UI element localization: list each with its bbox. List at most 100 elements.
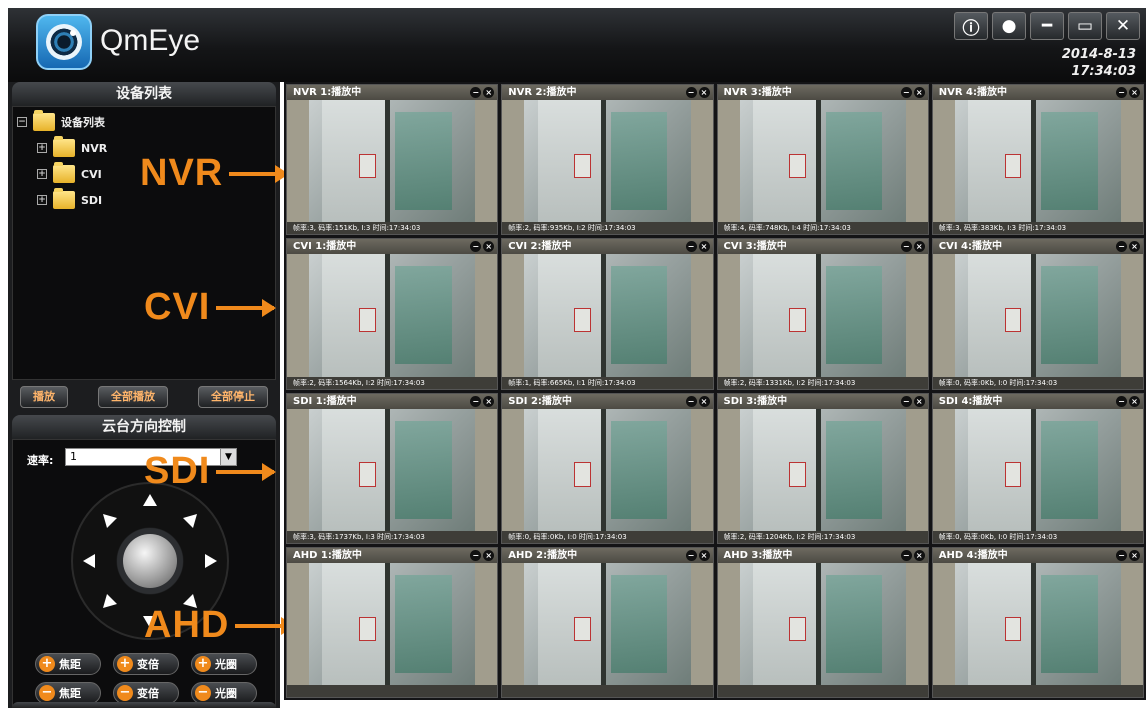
video-cell[interactable]: AHD 3:播放中 − × — [716, 546, 929, 698]
video-cell[interactable]: AHD 1:播放中 − × — [286, 546, 499, 698]
tree-root[interactable]: − 设备列表 — [17, 110, 105, 131]
joystick-knob[interactable] — [123, 534, 177, 588]
focus-minus-button[interactable]: − 焦距 — [35, 682, 101, 704]
close-icon[interactable]: × — [1129, 549, 1140, 561]
play-button[interactable]: 播放 — [20, 386, 68, 408]
video-cell[interactable]: AHD 2:播放中 − × — [501, 546, 714, 698]
user-button[interactable]: ● — [992, 12, 1026, 40]
video-cell[interactable]: AHD 4:播放中 − × — [931, 546, 1144, 698]
minimize-button[interactable]: ━ — [1030, 12, 1064, 40]
close-icon[interactable]: × — [913, 549, 925, 561]
video-cell[interactable]: SDI 4:播放中 − × 帧率:0, 码率:0Kb, I:0 时间:17:34:03 — [931, 392, 1144, 544]
minimize-icon[interactable]: − — [900, 549, 912, 561]
video-feed — [739, 408, 906, 531]
video-cell-status — [932, 685, 1143, 697]
video-cell-title: CVI 1:播放中 − × — [287, 239, 498, 255]
video-cell-status: 帧率:3, 码率:1737Kb, I:3 时间:17:34:03 — [287, 530, 498, 543]
close-icon[interactable]: × — [698, 87, 710, 98]
close-icon[interactable]: × — [698, 549, 710, 561]
iris-plus-button[interactable]: + 光圈 — [191, 653, 257, 675]
collapsed-panel-tab[interactable] — [12, 702, 276, 708]
zoom-minus-button[interactable]: − 变倍 — [113, 682, 179, 704]
collapse-icon[interactable]: − — [17, 117, 27, 127]
restore-button[interactable]: ▭ — [1068, 12, 1102, 40]
minimize-icon[interactable]: − — [900, 87, 912, 98]
close-icon[interactable]: × — [483, 395, 495, 407]
close-icon[interactable]: × — [913, 395, 925, 407]
expand-icon[interactable]: + — [37, 143, 47, 153]
close-icon[interactable]: × — [1129, 395, 1140, 407]
close-icon[interactable]: × — [483, 549, 495, 561]
video-cell-title: CVI 4:播放中 − × — [932, 239, 1143, 255]
video-grid: NVR 1:播放中 − × 帧率:3, 码率:151Kb, I:3 时间:17:34:… — [284, 82, 1146, 700]
close-icon[interactable]: × — [913, 241, 925, 253]
video-cell[interactable]: CVI 4:播放中 − × 帧率:0, 码率:0Kb, I:0 时间:17:34:03 — [931, 238, 1144, 390]
video-cell[interactable]: NVR 4:播放中 − × 帧率:3, 码率:383Kb, I:3 时间:17:34:… — [931, 84, 1144, 236]
tree-item-nvr[interactable]: + NVR — [37, 136, 108, 157]
video-cell[interactable]: SDI 1:播放中 − × 帧率:3, 码率:1737Kb, I:3 时间:17:34… — [286, 392, 499, 544]
minimize-icon[interactable]: − — [685, 549, 697, 561]
arrow-up-left-icon — [103, 514, 117, 528]
video-cell-status: 帧率:2, 码率:935Kb, I:2 时间:17:34:03 — [502, 222, 713, 235]
minimize-icon[interactable]: − — [1116, 87, 1127, 98]
minimize-icon[interactable]: − — [900, 395, 912, 407]
video-cell[interactable]: NVR 1:播放中 − × 帧率:3, 码率:151Kb, I:3 时间:17:34:… — [286, 84, 499, 236]
tree-item-label: NVR — [81, 141, 108, 155]
video-cell[interactable]: CVI 1:播放中 − × 帧率:2, 码率:1564Kb, I:2 时间:17:34… — [286, 238, 499, 390]
video-cell[interactable]: CVI 3:播放中 − × 帧率:2, 码率:1331Kb, I:2 时间:17:34… — [716, 238, 929, 390]
clock: 2014-8-13 17:34:03 — [1062, 46, 1136, 80]
video-feed — [739, 254, 906, 377]
minimize-icon[interactable]: − — [1116, 395, 1127, 407]
video-cell[interactable]: SDI 2:播放中 − × 帧率:0, 码率:0Kb, I:0 时间:17:34:03 — [501, 392, 714, 544]
video-feed — [309, 562, 476, 685]
app-title: QmEye — [100, 24, 201, 57]
minimize-icon[interactable]: − — [470, 549, 482, 561]
video-cell-title: NVR 3:播放中 − × — [717, 85, 928, 100]
info-button[interactable]: ⓘ — [954, 12, 988, 40]
minimize-icon[interactable]: − — [470, 241, 482, 253]
arrow-right-icon — [229, 164, 290, 183]
arrow-right-icon — [216, 462, 277, 481]
minimize-icon[interactable]: − — [470, 87, 482, 98]
video-cell-status: 帧率:0, 码率:0Kb, I:0 时间:17:34:03 — [932, 530, 1143, 543]
focus-plus-button[interactable]: + 焦距 — [35, 653, 101, 675]
minimize-icon[interactable]: − — [470, 395, 482, 407]
video-cell-status: 帧率:2, 码率:1204Kb, I:2 时间:17:34:03 — [717, 530, 928, 543]
close-button[interactable]: ✕ — [1106, 12, 1140, 40]
arrow-up-right-icon — [183, 514, 197, 528]
video-cell[interactable]: NVR 3:播放中 − × 帧率:4, 码率:748Kb, I:4 时间:17:34:… — [716, 84, 929, 236]
close-icon[interactable]: × — [483, 87, 495, 98]
tree-item-cvi[interactable]: + CVI — [37, 162, 102, 183]
video-cell[interactable]: SDI 3:播放中 − × 帧率:2, 码率:1204Kb, I:2 时间:17:34… — [716, 392, 929, 544]
video-cell-title: NVR 2:播放中 − × — [502, 85, 713, 100]
close-icon[interactable]: × — [698, 395, 710, 407]
expand-icon[interactable]: + — [37, 169, 47, 179]
video-cell-title: SDI 2:播放中 − × — [502, 393, 713, 409]
minimize-icon[interactable]: − — [685, 87, 697, 98]
minimize-icon[interactable]: − — [900, 241, 912, 253]
video-cell[interactable]: CVI 2:播放中 − × 帧率:1, 码率:665Kb, I:1 时间:17:34:… — [501, 238, 714, 390]
minus-icon: − — [117, 685, 133, 701]
minimize-icon[interactable]: − — [1116, 241, 1127, 253]
close-icon[interactable]: × — [1129, 241, 1140, 253]
iris-minus-button[interactable]: − 光圈 — [191, 682, 257, 704]
tree-item-sdi[interactable]: + SDI — [37, 188, 102, 209]
playback-toolbar: 播放 全部播放 全部停止 — [12, 386, 276, 412]
speed-label: 速率: — [27, 454, 54, 467]
minimize-icon[interactable]: − — [1116, 549, 1127, 561]
video-cell-title: CVI 3:播放中 − × — [717, 239, 928, 255]
date-text: 2014-8-13 — [1061, 47, 1136, 62]
minimize-icon[interactable]: − — [685, 241, 697, 253]
close-icon[interactable]: × — [1129, 87, 1140, 98]
video-feed — [954, 100, 1121, 223]
close-icon[interactable]: × — [483, 241, 495, 253]
close-icon[interactable]: × — [698, 241, 710, 253]
play-all-button[interactable]: 全部播放 — [98, 386, 168, 408]
video-cell[interactable]: NVR 2:播放中 − × 帧率:2, 码率:935Kb, I:2 时间:17:34:… — [501, 84, 714, 236]
expand-icon[interactable]: + — [37, 195, 47, 205]
stop-all-button[interactable]: 全部停止 — [198, 386, 268, 408]
video-feed — [524, 100, 691, 223]
close-icon[interactable]: × — [913, 87, 925, 98]
zoom-plus-button[interactable]: + 变倍 — [113, 653, 179, 675]
minimize-icon[interactable]: − — [685, 395, 697, 407]
